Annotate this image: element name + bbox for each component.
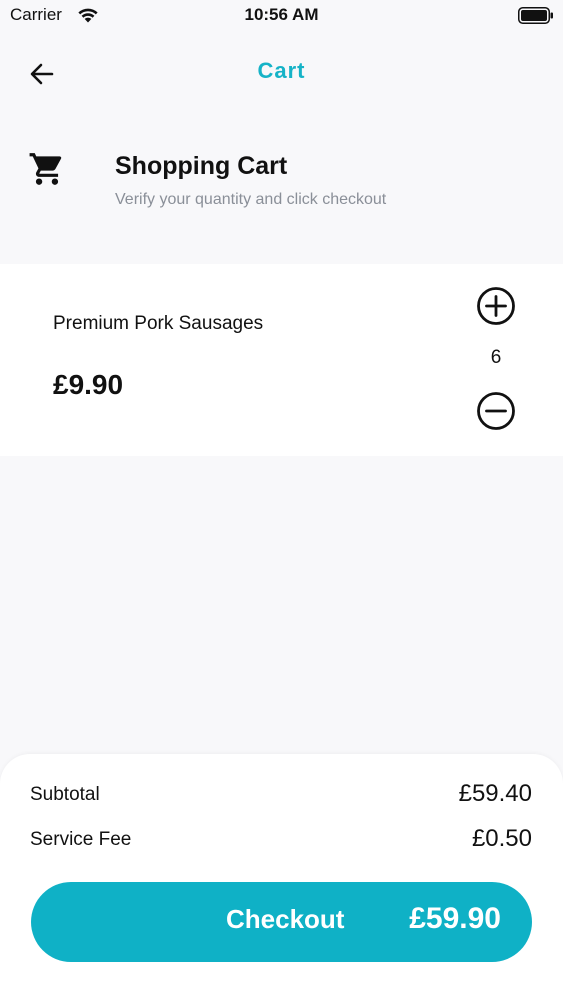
order-summary: Subtotal £59.40 Service Fee £0.50 Checko… xyxy=(0,754,563,1000)
nav-bar: Cart xyxy=(0,44,563,100)
subtotal-label: Subtotal xyxy=(30,784,100,805)
subtotal-row: Subtotal £59.40 xyxy=(30,780,532,810)
service-fee-label: Service Fee xyxy=(30,829,132,850)
checkout-total: £59.90 xyxy=(409,902,501,935)
battery-icon xyxy=(518,7,553,24)
cart-item: Premium Pork Sausages £9.90 6 xyxy=(0,264,563,456)
cart-header: Shopping Cart Verify your quantity and c… xyxy=(0,130,563,240)
item-price: £9.90 xyxy=(53,369,124,400)
increment-quantity-button[interactable] xyxy=(475,285,517,327)
subtotal-value: £59.40 xyxy=(458,780,532,807)
status-time: 10:56 AM xyxy=(244,5,319,24)
minus-circle-icon xyxy=(477,392,515,430)
checkout-label: Checkout xyxy=(226,904,345,934)
shopping-cart-icon xyxy=(29,153,62,185)
service-fee-value: £0.50 xyxy=(471,825,532,852)
checkout-button[interactable]: Checkout £59.90 xyxy=(31,882,532,962)
decrement-quantity-button[interactable] xyxy=(475,390,517,432)
service-fee-row: Service Fee £0.50 xyxy=(30,825,532,855)
status-bar: Carrier 10:56 AM xyxy=(0,0,563,34)
page-title: Cart xyxy=(257,58,306,83)
cart-subtitle: Verify your quantity and click checkout xyxy=(115,191,387,208)
item-quantity: 6 xyxy=(490,347,502,368)
plus-circle-icon xyxy=(477,287,515,325)
item-name: Premium Pork Sausages xyxy=(53,313,264,334)
cart-heading: Shopping Cart xyxy=(115,152,288,180)
